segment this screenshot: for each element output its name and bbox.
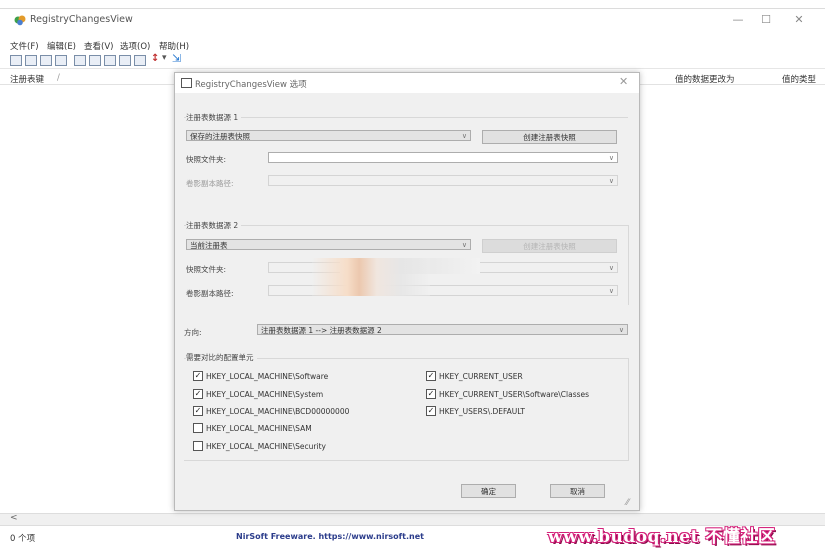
dropdown-arrow-icon[interactable]: ▾ [162,53,167,63]
hive-label: HKEY_LOCAL_MACHINE\Software [206,372,329,381]
hive-label: HKEY_LOCAL_MACHINE\Security [206,442,326,451]
source1-shadow-input: ∨ [268,175,618,186]
hive-label: HKEY_LOCAL_MACHINE\System [206,390,324,399]
chevron-down-icon: ∨ [608,154,614,162]
refresh-toolbar-icon[interactable] [55,55,67,66]
column-value-type[interactable]: 值的类型 [782,73,816,85]
source1-folder-input[interactable]: ∨ [268,152,618,163]
dialog-window-icon [181,78,192,88]
source2-group-frame [184,225,628,226]
options-toolbar-icon[interactable] [10,55,22,66]
status-freeware-link[interactable]: NirSoft Freeware. https://www.nirsoft.ne… [236,532,424,541]
chevron-down-icon: ∨ [608,177,614,185]
source1-group-title: 注册表数据源 1 [186,112,242,123]
source2-type-value: 当前注册表 [190,241,228,250]
hives-group-right [628,358,629,461]
hives-group-bottom [184,460,628,461]
minimize-button[interactable]: — [728,12,748,28]
menu-view[interactable]: 查看(V) [84,40,113,52]
source2-folder-label: 快照文件夹: [186,265,227,274]
source2-create-snapshot-button: 创建注册表快照 [482,239,617,253]
resize-grip-icon[interactable]: ⁄⁄ [626,498,629,508]
checkmark-icon: ✓ [426,406,436,416]
dialog-close-button[interactable]: ✕ [619,75,628,88]
properties-toolbar-icon[interactable] [119,55,131,66]
menu-options[interactable]: 选项(O) [120,40,150,52]
source1-shadow-label: 卷影副本路径: [186,179,234,188]
source1-type-select[interactable]: 保存的注册表快照 ∨ [186,130,471,141]
checkmark-icon: ✓ [193,371,203,381]
chevron-down-icon: ∨ [618,326,624,334]
app-icon [14,15,26,26]
hive-checkbox-hklm-system[interactable]: ✓ HKEY_LOCAL_MACHINE\System [193,389,324,400]
source1-group-frame [184,117,628,118]
copy-toolbar-icon[interactable] [74,55,86,66]
window-title: RegistryChangesView [30,14,133,25]
hive-label: HKEY_USERS\.DEFAULT [439,407,525,416]
checkbox-empty-icon [193,423,203,433]
menu-file[interactable]: 文件(F) [10,40,39,52]
hive-checkbox-hku-default[interactable]: ✓ HKEY_USERS\.DEFAULT [426,406,525,417]
direction-label: 方向: [184,328,202,337]
export-toolbar-icon[interactable] [89,55,101,66]
hive-label: HKEY_CURRENT_USER\Software\Classes [439,390,590,399]
menu-edit[interactable]: 编辑(E) [47,40,76,52]
hive-checkbox-hklm-software[interactable]: ✓ HKEY_LOCAL_MACHINE\Software [193,371,329,382]
source2-group-right [628,225,629,305]
checkmark-icon: ✓ [193,389,203,399]
html-report-toolbar-icon[interactable] [104,55,116,66]
chevron-down-icon: ∨ [461,132,467,140]
hive-checkbox-hklm-security[interactable]: HKEY_LOCAL_MACHINE\Security [193,441,326,452]
chevron-down-icon: ∨ [461,241,467,249]
cancel-button[interactable]: 取消 [550,484,605,498]
ok-button[interactable]: 确定 [461,484,516,498]
hive-checkbox-hkcu[interactable]: ✓ HKEY_CURRENT_USER [426,371,523,382]
sort-indicator-icon: / [57,73,60,83]
redacted-area [312,258,430,296]
watermark: www.budoq.net 不懂社区 [548,527,776,547]
close-button[interactable]: ✕ [789,12,809,28]
exit-toolbar-icon[interactable]: ⇲ [172,52,181,65]
chevron-down-icon: ∨ [608,287,614,295]
checkbox-empty-icon [193,441,203,451]
source2-group-title: 注册表数据源 2 [186,220,242,231]
hive-checkbox-hklm-sam[interactable]: HKEY_LOCAL_MACHINE\SAM [193,423,312,434]
dialog-title: RegistryChangesView 选项 [195,80,307,90]
menu-help[interactable]: 帮助(H) [159,40,189,52]
hive-label: HKEY_LOCAL_MACHINE\SAM [206,424,312,433]
hive-label: HKEY_LOCAL_MACHINE\BCD00000000 [206,407,350,416]
column-registry-key[interactable]: 注册表键 [10,73,44,85]
scroll-left-arrow-icon[interactable]: < [10,513,18,523]
hive-checkbox-hkcu-classes[interactable]: ✓ HKEY_CURRENT_USER\Software\Classes [426,389,590,400]
open-toolbar-icon[interactable] [25,55,37,66]
source1-create-snapshot-button[interactable]: 创建注册表快照 [482,130,617,144]
save-toolbar-icon[interactable] [40,55,52,66]
direction-select[interactable]: 注册表数据源 1 --> 注册表数据源 2 ∨ [257,324,628,335]
sort-toolbar-icon[interactable]: ↕ [151,53,159,64]
source2-shadow-label: 卷影副本路径: [186,289,234,298]
column-value-changed-to[interactable]: 值的数据更改为 [675,73,735,85]
hive-checkbox-hklm-bcd[interactable]: ✓ HKEY_LOCAL_MACHINE\BCD00000000 [193,406,350,417]
checkmark-icon: ✓ [426,389,436,399]
direction-value: 注册表数据源 1 --> 注册表数据源 2 [261,326,382,335]
hives-group-title: 需要对比的配置单元 [186,352,257,363]
checkmark-icon: ✓ [426,371,436,381]
source2-type-select[interactable]: 当前注册表 ∨ [186,239,471,250]
hive-label: HKEY_CURRENT_USER [439,372,523,381]
checkmark-icon: ✓ [193,406,203,416]
find-toolbar-icon[interactable] [134,55,146,66]
chevron-down-icon: ∨ [608,264,614,272]
source1-folder-label: 快照文件夹: [186,155,227,164]
source1-type-value: 保存的注册表快照 [190,132,250,141]
status-item-count: 0 个项 [10,534,36,544]
maximize-button[interactable]: ☐ [756,12,776,28]
